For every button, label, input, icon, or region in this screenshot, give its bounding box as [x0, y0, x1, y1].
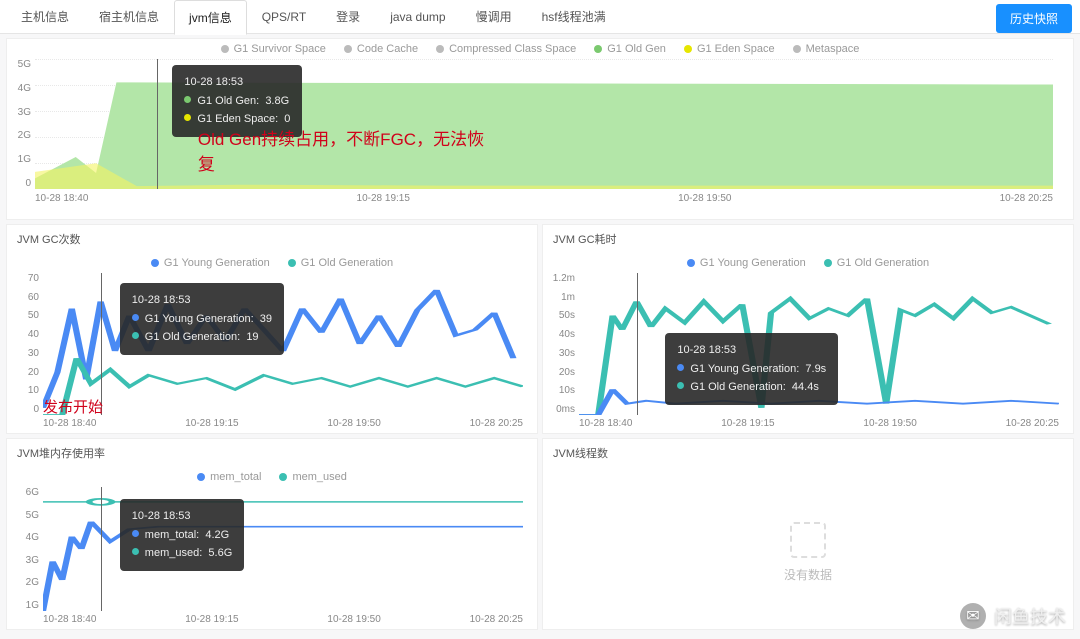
- chart-title: JVM GC耗时: [543, 225, 1073, 253]
- legend-old-gen[interactable]: G1 Old Generation: [288, 257, 393, 269]
- chart-heap-usage: JVM堆内存使用率 mem_total mem_used 6G5G 4G3G 2…: [6, 438, 538, 630]
- empty-icon: [790, 522, 826, 558]
- legend-compressed-class[interactable]: Compressed Class Space: [436, 43, 576, 55]
- tab-host-info[interactable]: 主机信息: [6, 0, 84, 34]
- empty-text: 没有数据: [784, 566, 832, 583]
- legend-young-gen[interactable]: G1 Young Generation: [687, 257, 806, 269]
- chart-tooltip: 10-28 18:53 G1 Young Generation: 7.9s G1…: [665, 333, 838, 405]
- chart-gc-count: JVM GC次数 G1 Young Generation G1 Old Gene…: [6, 224, 538, 434]
- hover-line: [157, 59, 158, 189]
- legend-metaspace[interactable]: Metaspace: [793, 43, 860, 55]
- chart-legend: G1 Survivor Space Code Cache Compressed …: [7, 39, 1073, 59]
- watermark: 闲鱼技术: [960, 603, 1066, 629]
- chart-title: JVM堆内存使用率: [7, 439, 537, 467]
- tab-login[interactable]: 登录: [321, 0, 375, 34]
- wechat-icon: [960, 603, 986, 629]
- plot-area[interactable]: 1.2m1m 50s40s 30s20s 10s0ms 10-28 18:53 …: [579, 273, 1059, 415]
- tab-physical-host-info[interactable]: 宿主机信息: [84, 0, 174, 34]
- x-axis: 10-28 18:40 10-28 19:15 10-28 19:50 10-2…: [35, 193, 1053, 204]
- tab-java-dump[interactable]: java dump: [375, 1, 460, 33]
- chart-tooltip: 10-28 18:53 mem_total: 4.2G mem_used: 5.…: [120, 499, 244, 571]
- legend-mem-used[interactable]: mem_used: [279, 471, 346, 483]
- history-snapshot-button[interactable]: 历史快照: [996, 4, 1072, 33]
- tab-bar: 主机信息 宿主机信息 jvm信息 QPS/RT 登录 java dump 慢调用…: [0, 0, 1080, 34]
- legend-young-gen[interactable]: G1 Young Generation: [151, 257, 270, 269]
- legend-mem-total[interactable]: mem_total: [197, 471, 261, 483]
- legend-code-cache[interactable]: Code Cache: [344, 43, 418, 55]
- tab-slow-call[interactable]: 慢调用: [461, 0, 527, 34]
- tab-hsf-pool-full[interactable]: hsf线程池满: [527, 0, 621, 34]
- tab-jvm-info[interactable]: jvm信息: [174, 0, 247, 35]
- chart-gc-time: JVM GC耗时 G1 Young Generation G1 Old Gene…: [542, 224, 1074, 434]
- plot-area[interactable]: 6G5G 4G3G 2G1G 10-28 18:53 mem_total: 4.…: [43, 487, 523, 611]
- legend-g1-eden[interactable]: G1 Eden Space: [684, 43, 775, 55]
- annotation-text: Old Gen持续占用，不断FGC，无法恢复: [198, 127, 498, 178]
- legend-old-gen[interactable]: G1 Old Generation: [824, 257, 929, 269]
- legend-g1-old-gen[interactable]: G1 Old Gen: [594, 43, 666, 55]
- plot-area[interactable]: 7060 5040 3020 100 10-28 18:53 G1 Young …: [43, 273, 523, 415]
- chart-jvm-memory: G1 Survivor Space Code Cache Compressed …: [6, 38, 1074, 220]
- tab-qps-rt[interactable]: QPS/RT: [247, 1, 321, 33]
- annotation-text: 发布开始: [43, 397, 103, 420]
- chart-thread-count: JVM线程数 没有数据: [542, 438, 1074, 630]
- y-axis: 5G 4G 3G 2G 1G 0: [11, 59, 31, 189]
- chart-title: JVM线程数: [543, 439, 1073, 467]
- chart-tooltip: 10-28 18:53 G1 Young Generation: 39 G1 O…: [120, 283, 284, 355]
- plot-area[interactable]: 5G 4G 3G 2G 1G 0 10-28 18:53 G1 Old Gen:…: [35, 59, 1053, 189]
- legend-g1-survivor[interactable]: G1 Survivor Space: [221, 43, 326, 55]
- chart-title: JVM GC次数: [7, 225, 537, 253]
